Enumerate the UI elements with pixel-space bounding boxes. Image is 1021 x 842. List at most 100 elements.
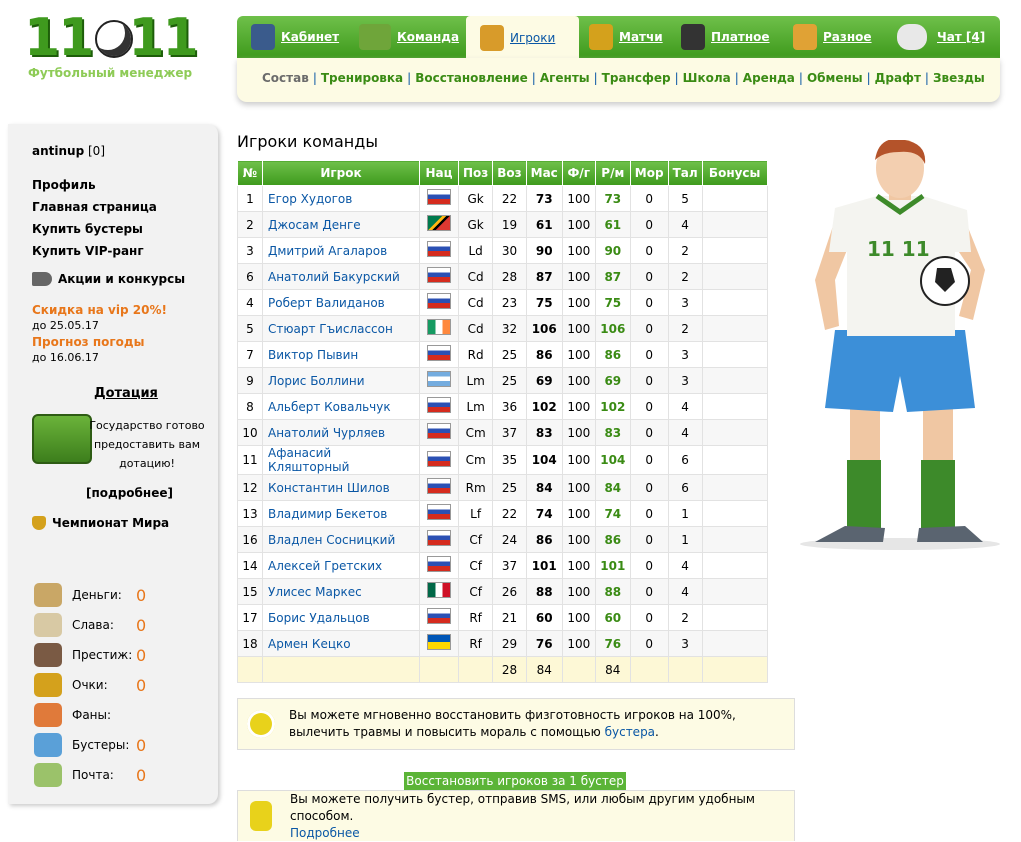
table-row: 9 Лорис Боллини Lm 25 69 100 69 0 3 [237, 367, 768, 394]
tab-label[interactable]: Игроки [510, 31, 555, 45]
table-row: 5 Стюарт Гъислассон Cd 32 106 100 106 0 2 [237, 315, 768, 342]
total-fg [561, 656, 596, 683]
player-link[interactable]: Джосам Денге [268, 218, 361, 232]
sms-more-link[interactable]: Подробнее [290, 826, 360, 840]
player-link[interactable]: Лорис Боллини [268, 374, 365, 388]
player-link[interactable]: Анатолий Чурляев [268, 426, 385, 440]
username-link[interactable]: antinup [32, 144, 84, 158]
subnav-swaps[interactable]: Обмены [807, 71, 863, 85]
tab-misc[interactable]: Разное [793, 16, 872, 58]
player-link[interactable]: Владимир Бекетов [268, 507, 387, 521]
player-link[interactable]: Владлен Сосницкий [268, 533, 395, 547]
subnav-squad[interactable]: Состав [262, 71, 309, 85]
tab-cabinet[interactable]: Кабинет [251, 16, 339, 58]
player-link[interactable]: Афанасий Кляшторный [268, 446, 349, 474]
cell-name: Анатолий Чурляев [262, 419, 420, 446]
player-link[interactable]: Дмитрий Агаларов [268, 244, 387, 258]
tab-label[interactable]: Матчи [619, 30, 663, 44]
home-link[interactable]: Главная страница [32, 196, 157, 218]
cell-rm: 102 [594, 393, 631, 420]
cell-bonus [701, 474, 768, 501]
subnav-recovery[interactable]: Восстановление [415, 71, 528, 85]
restore-players-button[interactable]: Восстановить игроков за 1 бустер [404, 772, 626, 790]
weather-forecast-link[interactable]: Прогноз погоды [32, 334, 167, 350]
buy-boosters-link[interactable]: Купить бустеры [32, 218, 157, 240]
tab-team[interactable]: Команда [359, 16, 459, 58]
cell-mor: 0 [629, 185, 669, 212]
player-link[interactable]: Константин Шилов [268, 481, 390, 495]
cell-mor: 0 [629, 393, 669, 420]
buy-vip-link[interactable]: Купить VIP-ранг [32, 240, 157, 262]
player-link[interactable]: Борис Удальцов [268, 611, 370, 625]
tab-label[interactable]: Чат [4] [937, 30, 985, 44]
player-link[interactable]: Стюарт Гъислассон [268, 322, 393, 336]
subnav-transfer[interactable]: Трансфер [602, 71, 671, 85]
players-table: № Игрок Нац Поз Воз Мас Ф/г Р/м Мор Тал … [237, 160, 768, 683]
cell-mas: 102 [525, 393, 563, 420]
logo[interactable]: 11 11 Футбольный менеджер [22, 12, 212, 82]
cell-num: 7 [237, 341, 263, 368]
cell-age: 37 [492, 552, 527, 579]
cell-bonus [701, 393, 768, 420]
cell-name: Егор Худогов [262, 185, 420, 212]
logo-subtitle: Футбольный менеджер [28, 66, 193, 80]
promotions[interactable]: Акции и конкурсы [32, 272, 185, 286]
tab-players[interactable]: Игроки [466, 16, 579, 60]
col-fg: Ф/г [561, 160, 596, 186]
player-link[interactable]: Альберт Ковальчук [268, 400, 391, 414]
player-link[interactable]: Улисес Маркес [268, 585, 362, 599]
total-mas: 84 [525, 656, 563, 683]
player-link[interactable]: Армен Кецко [268, 637, 351, 651]
tab-chat[interactable]: Чат [4] [897, 16, 985, 58]
subnav-training[interactable]: Тренировка [321, 71, 403, 85]
profile-link[interactable]: Профиль [32, 174, 157, 196]
cell-rm: 101 [594, 552, 631, 579]
tab-label[interactable]: Разное [823, 30, 872, 44]
tab-label[interactable]: Кабинет [281, 30, 339, 44]
subnav-stars[interactable]: Звезды [933, 71, 985, 85]
subnav-agents[interactable]: Агенты [540, 71, 590, 85]
promotions-link[interactable]: Акции и конкурсы [58, 272, 185, 286]
booster-link[interactable]: бустера [605, 725, 655, 739]
resource-stats: Деньги: 0 Слава: 0 Престиж: 0 Очки: 0 Фаны: … [34, 580, 146, 790]
cell-pos: Rf [457, 604, 494, 631]
player-link[interactable]: Алексей Гретских [268, 559, 382, 573]
dotation-title[interactable]: Дотация [94, 386, 158, 401]
cell-flag [419, 237, 459, 264]
subnav-school[interactable]: Школа [683, 71, 731, 85]
vip-discount-link[interactable]: Скидка на vip 20%! [32, 302, 167, 318]
tab-label[interactable]: Команда [397, 30, 459, 44]
cell-age: 25 [492, 367, 527, 394]
total-rm: 84 [594, 656, 631, 683]
cell-bonus [701, 263, 768, 290]
tab-label[interactable]: Платное [711, 30, 770, 44]
tab-paid[interactable]: Платное [681, 16, 770, 58]
cell-tal: 6 [667, 474, 703, 501]
cell-tal: 4 [667, 552, 703, 579]
dotation-more-link[interactable]: [подробнее] [86, 486, 173, 500]
cell-pos: Lm [457, 367, 494, 394]
world-cup-link[interactable]: Чемпионат Мира [52, 516, 169, 530]
dotation-text: Государство готово предоставить вам дота… [89, 419, 205, 470]
cell-mor: 0 [629, 211, 669, 238]
subnav-loan[interactable]: Аренда [743, 71, 795, 85]
cell-num: 11 [237, 445, 263, 475]
player-link[interactable]: Анатолий Бакурский [268, 270, 400, 284]
cell-rm: 74 [594, 500, 631, 527]
player-link[interactable]: Виктор Пывин [268, 348, 358, 362]
flag-icon [427, 397, 451, 413]
cell-fg: 100 [561, 315, 596, 342]
cell-flag [419, 604, 459, 631]
cell-flag [419, 367, 459, 394]
cell-mor: 0 [629, 341, 669, 368]
cell-name: Афанасий Кляшторный [262, 445, 420, 475]
subnav-draft[interactable]: Драфт [875, 71, 921, 85]
cell-fg: 100 [561, 367, 596, 394]
cell-bonus [701, 552, 768, 579]
cell-rm: 104 [594, 445, 631, 475]
world-cup[interactable]: Чемпионат Мира [32, 516, 169, 530]
player-link[interactable]: Егор Худогов [268, 192, 352, 206]
tab-matches[interactable]: Матчи [589, 16, 663, 58]
cell-fg: 100 [561, 445, 596, 475]
player-link[interactable]: Роберт Валиданов [268, 296, 385, 310]
